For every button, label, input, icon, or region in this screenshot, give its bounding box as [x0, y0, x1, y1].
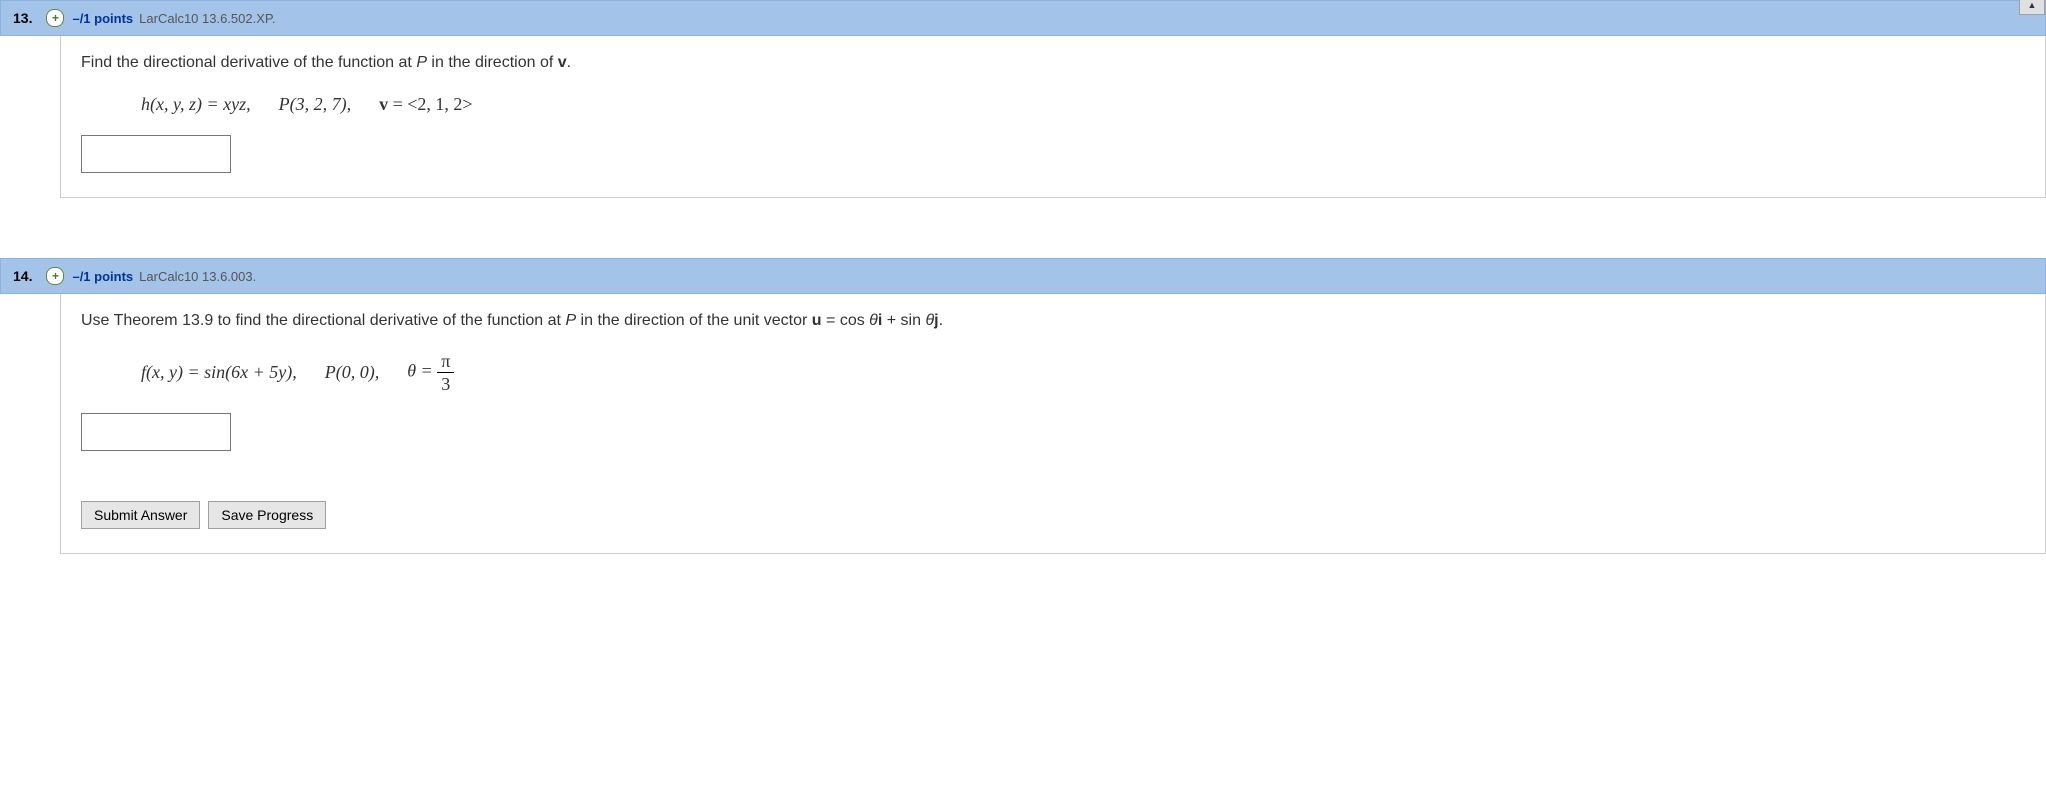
source-label: LarCalc10 13.6.502.XP.	[139, 11, 275, 26]
fraction: π3	[437, 352, 454, 393]
text: = cos	[822, 312, 870, 329]
text: P	[565, 312, 576, 329]
text: θ	[925, 312, 934, 329]
question-body: Use Theorem 13.9 to find the directional…	[60, 294, 2046, 554]
text: θ	[869, 312, 878, 329]
point-def: P(0, 0),	[325, 362, 379, 383]
numerator: π	[437, 352, 454, 373]
scroll-up-icon[interactable]: ▲	[2019, 0, 2045, 15]
text: u	[812, 312, 822, 329]
question-block: 13. + –/1 points LarCalc10 13.6.502.XP. …	[0, 0, 2046, 198]
denominator: 3	[437, 373, 454, 393]
question-number: 13.	[13, 10, 32, 26]
vector-def: v = <2, 1, 2>	[379, 94, 472, 115]
text: .	[939, 312, 943, 329]
text: + sin	[882, 312, 925, 329]
text: P	[416, 54, 427, 71]
answer-input[interactable]	[81, 135, 231, 173]
math-expression: h(x, y, z) = xyz, P(3, 2, 7), v = <2, 1,…	[141, 94, 2025, 115]
points-label: –/1 points	[72, 269, 133, 284]
text: v	[558, 54, 567, 71]
points-label: –/1 points	[72, 11, 133, 26]
math-expression: f(x, y) = sin(6x + 5y), P(0, 0), θ = π3	[141, 352, 2025, 393]
text: .	[567, 54, 571, 71]
button-row: Submit Answer Save Progress	[81, 501, 2025, 529]
save-progress-button[interactable]: Save Progress	[208, 501, 326, 529]
question-number: 14.	[13, 268, 32, 284]
text: in the direction of	[427, 54, 558, 71]
text: Find the directional derivative of the f…	[81, 54, 416, 71]
answer-input[interactable]	[81, 413, 231, 451]
point-def: P(3, 2, 7),	[279, 94, 351, 115]
expand-icon[interactable]: +	[46, 9, 64, 27]
text: v	[379, 94, 388, 114]
theta-def: θ = π3	[407, 352, 454, 393]
question-body: Find the directional derivative of the f…	[60, 36, 2046, 198]
text: Use Theorem 13.9 to find the directional…	[81, 312, 565, 329]
text: in the direction of the unit vector	[576, 312, 812, 329]
text: = <2, 1, 2>	[388, 94, 472, 114]
question-prompt: Use Theorem 13.9 to find the directional…	[81, 312, 2025, 330]
question-header: 14. + –/1 points LarCalc10 13.6.003.	[0, 258, 2046, 294]
function-def: h(x, y, z) = xyz,	[141, 94, 251, 115]
question-block: 14. + –/1 points LarCalc10 13.6.003. Use…	[0, 258, 2046, 554]
submit-answer-button[interactable]: Submit Answer	[81, 501, 200, 529]
question-prompt: Find the directional derivative of the f…	[81, 54, 2025, 72]
question-header: 13. + –/1 points LarCalc10 13.6.502.XP. …	[0, 0, 2046, 36]
text: θ =	[407, 361, 437, 381]
source-label: LarCalc10 13.6.003.	[139, 269, 256, 284]
expand-icon[interactable]: +	[46, 267, 64, 285]
function-def: f(x, y) = sin(6x + 5y),	[141, 362, 297, 383]
